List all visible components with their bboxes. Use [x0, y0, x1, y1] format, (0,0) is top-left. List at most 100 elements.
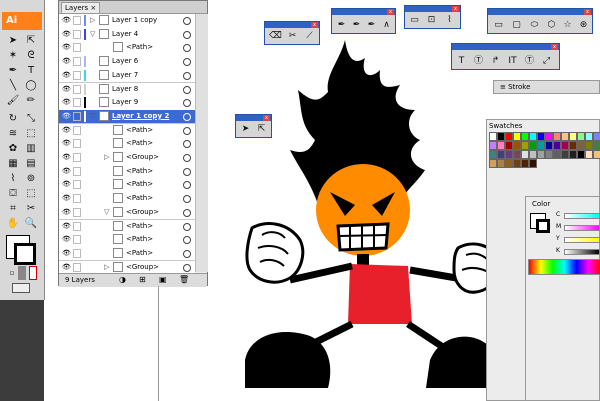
- live-paint-selection-tool-icon[interactable]: ⬚: [23, 187, 39, 201]
- swatch[interactable]: [521, 159, 529, 168]
- lock-toggle[interactable]: [73, 194, 81, 204]
- target-icon[interactable]: [183, 44, 191, 53]
- swatch[interactable]: [513, 150, 521, 159]
- swatch[interactable]: [577, 141, 585, 150]
- swatch[interactable]: [489, 150, 497, 159]
- layer-row[interactable]: 👁 <Path>: [59, 123, 195, 139]
- eyedropper-tool-icon[interactable]: ⌇: [443, 14, 456, 26]
- swatch[interactable]: [561, 132, 569, 141]
- target-icon[interactable]: [183, 263, 191, 272]
- lock-toggle[interactable]: [73, 43, 81, 53]
- swatch[interactable]: [537, 141, 545, 150]
- swatch[interactable]: [489, 159, 497, 168]
- layer-row[interactable]: 👁 <Path>: [59, 41, 195, 56]
- swatch[interactable]: [489, 132, 497, 141]
- lock-toggle[interactable]: [73, 207, 81, 217]
- lock-toggle[interactable]: [73, 180, 81, 190]
- expand-arrow-icon[interactable]: ▽: [90, 111, 95, 122]
- lasso-tool-icon[interactable]: ᘓ: [23, 49, 39, 63]
- eye-icon[interactable]: 👁: [62, 112, 71, 120]
- target-icon[interactable]: [183, 167, 191, 176]
- scissors-tool-icon[interactable]: ✂: [23, 202, 39, 216]
- lock-toggle[interactable]: [73, 16, 81, 25]
- lock-toggle[interactable]: [73, 70, 81, 80]
- gradient-box-icon[interactable]: ▭: [408, 14, 421, 26]
- live-paint-bucket-tool-icon[interactable]: ⛋: [5, 187, 21, 201]
- layers-scrollbar[interactable]: [195, 14, 208, 272]
- new-sublayer-icon[interactable]: ⊞: [139, 275, 146, 284]
- lock-toggle[interactable]: [73, 125, 81, 135]
- character-artwork[interactable]: [230, 30, 500, 401]
- lock-toggle[interactable]: [73, 111, 81, 121]
- graph-tool-icon[interactable]: ▥: [23, 142, 39, 156]
- tab-swatches[interactable]: Swatches: [489, 121, 522, 131]
- mesh-tool-icon[interactable]: ▦: [5, 157, 21, 171]
- target-icon[interactable]: [183, 154, 191, 162]
- target-icon[interactable]: [183, 71, 191, 80]
- eye-icon[interactable]: 👁: [62, 167, 71, 175]
- warp-tool-icon[interactable]: ≋: [5, 127, 21, 141]
- layer-row[interactable]: 👁 Layer 6: [59, 55, 195, 70]
- eye-icon[interactable]: 👁: [62, 126, 71, 134]
- target-icon[interactable]: [183, 126, 191, 135]
- pencil-tool-icon[interactable]: ✏: [23, 94, 39, 108]
- toolbar-titlebar[interactable]: [332, 9, 395, 15]
- target-icon[interactable]: [183, 30, 191, 39]
- target-icon[interactable]: [183, 140, 191, 149]
- selection-tool-icon[interactable]: ➤: [5, 34, 21, 48]
- expand-arrow-icon[interactable]: ▷: [104, 152, 109, 163]
- close-icon[interactable]: x: [311, 22, 318, 28]
- scale-tool-icon[interactable]: ⤡: [23, 112, 39, 126]
- eye-icon[interactable]: 👁: [62, 154, 71, 161]
- slice-tool-icon[interactable]: ⌗: [5, 202, 21, 216]
- swatch[interactable]: [505, 150, 513, 159]
- target-icon[interactable]: [183, 181, 191, 190]
- polygon-tool-icon[interactable]: ⬡: [545, 19, 558, 31]
- swatch[interactable]: [545, 141, 553, 150]
- flare-tool-icon[interactable]: ⊛: [577, 19, 590, 31]
- swatch[interactable]: [545, 132, 553, 141]
- lock-toggle[interactable]: [73, 57, 81, 67]
- paintbrush-tool-icon[interactable]: 🖌: [5, 94, 21, 108]
- blend-tool-icon[interactable]: ⊚: [23, 172, 39, 186]
- direct-selection-tool-icon[interactable]: ⇱: [23, 34, 39, 48]
- tab-layers[interactable]: Layers ×: [61, 2, 101, 13]
- symbol-sprayer-tool-icon[interactable]: ✿: [5, 142, 21, 156]
- layer-row[interactable]: 👁 ▷ <Group>: [59, 151, 195, 166]
- lock-toggle[interactable]: [73, 166, 81, 176]
- target-icon[interactable]: [183, 112, 191, 121]
- target-icon[interactable]: [183, 99, 191, 108]
- eye-icon[interactable]: 👁: [62, 140, 71, 147]
- expand-arrow-icon[interactable]: ▷: [104, 262, 109, 273]
- swatch[interactable]: [537, 132, 545, 141]
- line-tool-icon[interactable]: ╲: [5, 79, 21, 93]
- new-layer-icon[interactable]: ▣: [159, 275, 167, 284]
- eye-icon[interactable]: 👁: [62, 71, 71, 79]
- swatch[interactable]: [593, 132, 600, 141]
- swatch[interactable]: [521, 132, 529, 141]
- swatch[interactable]: [553, 150, 561, 159]
- vertical-type-tool-icon[interactable]: IT: [506, 55, 519, 67]
- target-icon[interactable]: [183, 85, 191, 94]
- eye-icon[interactable]: 👁: [62, 44, 71, 51]
- eye-icon[interactable]: 👁: [62, 236, 71, 243]
- swatch[interactable]: [569, 141, 577, 150]
- layer-row[interactable]: 👁 <Path>: [59, 178, 195, 193]
- swatch[interactable]: [529, 141, 537, 150]
- layer-row[interactable]: 👁 Layer 7: [59, 68, 195, 84]
- stroke-color-swatch[interactable]: [14, 243, 36, 265]
- swatch[interactable]: [497, 159, 505, 168]
- layer-row[interactable]: 👁 <Path>: [59, 192, 195, 207]
- hand-tool-icon[interactable]: ✋: [5, 217, 21, 231]
- blend-tool-icon[interactable]: ⊡: [425, 14, 438, 26]
- expand-arrow-icon[interactable]: ▽: [104, 207, 109, 218]
- swatch[interactable]: [497, 150, 505, 159]
- magic-wand-tool-icon[interactable]: ✶: [5, 49, 21, 63]
- layer-row[interactable]: 👁 <Path>: [59, 233, 195, 248]
- layer-row[interactable]: 👁 Layer 9: [59, 96, 195, 111]
- swatch[interactable]: [569, 132, 577, 141]
- color-spectrum[interactable]: [528, 259, 600, 275]
- swatch[interactable]: [561, 150, 569, 159]
- type-tool-icon[interactable]: T: [23, 64, 39, 78]
- target-icon[interactable]: [183, 17, 191, 25]
